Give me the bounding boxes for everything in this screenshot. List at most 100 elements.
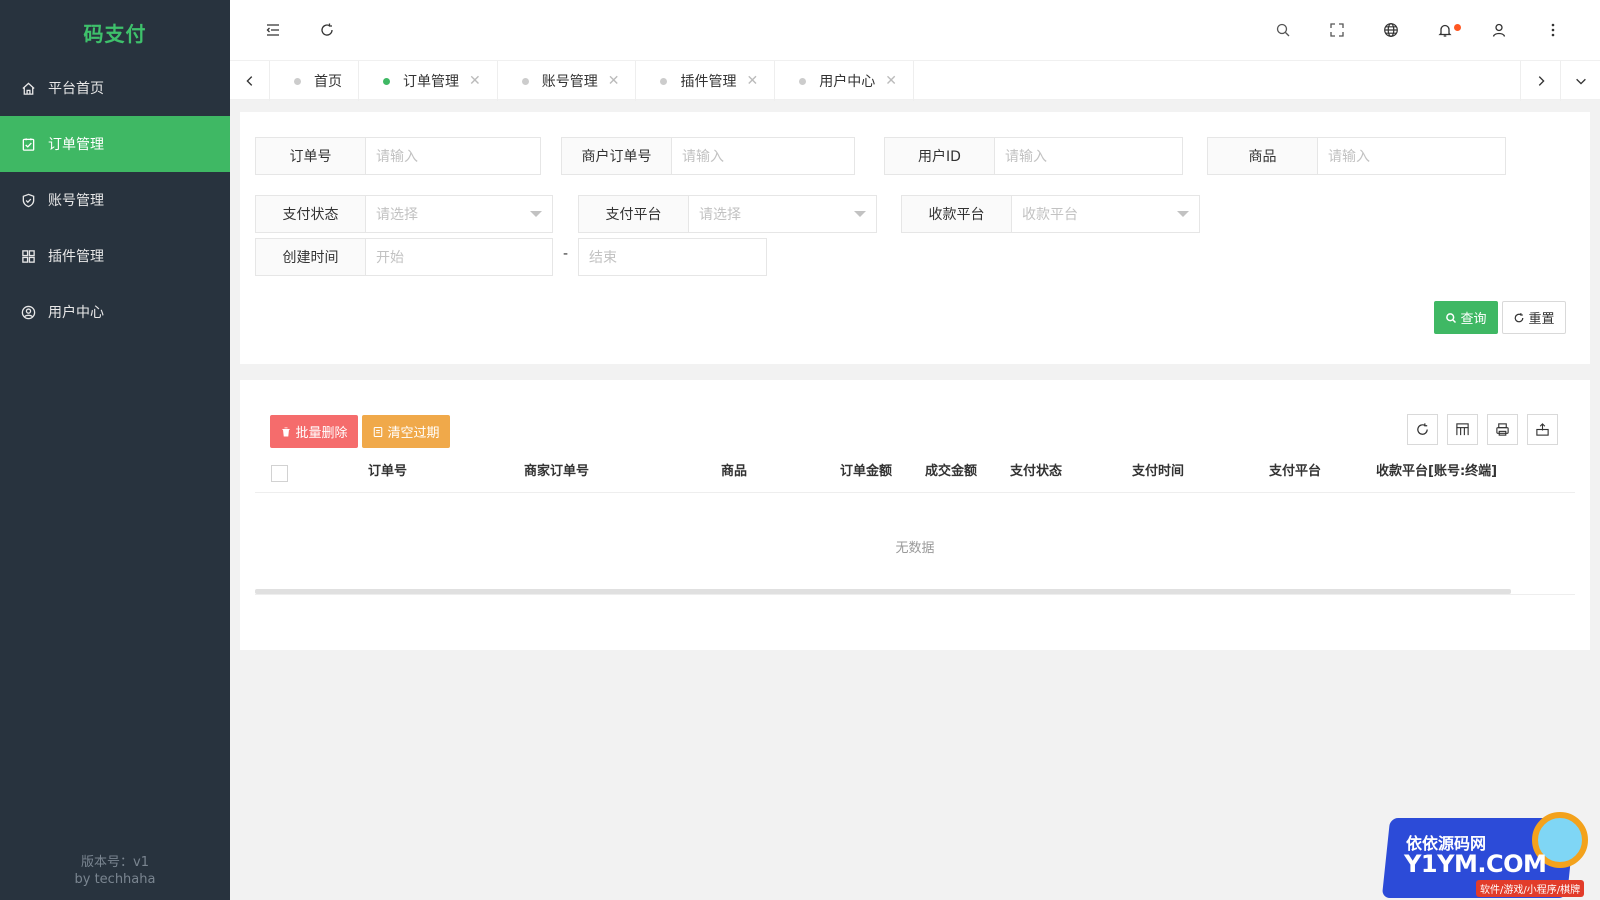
chevron-down-icon bbox=[530, 211, 542, 217]
refresh-icon[interactable] bbox=[315, 18, 339, 42]
pay-status-field: 支付状态 请选择 bbox=[255, 195, 553, 233]
sidebar-item-orders[interactable]: 订单管理 bbox=[0, 116, 230, 172]
column-header[interactable]: 商品 bbox=[721, 459, 747, 493]
tab-dot bbox=[383, 77, 390, 85]
pay-status-select[interactable]: 请选择 bbox=[366, 196, 552, 232]
close-icon[interactable]: ✕ bbox=[885, 73, 897, 89]
user-icon[interactable] bbox=[1487, 18, 1511, 42]
sidebar-item-plugins[interactable]: 插件管理 bbox=[0, 228, 230, 284]
globe-icon[interactable] bbox=[1379, 18, 1403, 42]
shield-check-icon bbox=[20, 192, 36, 208]
chevron-down-icon bbox=[1177, 211, 1189, 217]
column-header[interactable]: 订单号 bbox=[368, 459, 407, 493]
bell-icon[interactable] bbox=[1433, 18, 1461, 42]
tab-list: 首页 订单管理 ✕ 账号管理 ✕ 插件管理 ✕ 用户中心 ✕ bbox=[270, 61, 914, 101]
sidebar-item-user-center[interactable]: 用户中心 bbox=[0, 284, 230, 340]
created-time-field: 创建时间 开始 bbox=[255, 238, 553, 276]
batch-delete-label: 批量删除 bbox=[295, 426, 348, 441]
field-label: 商户订单号 bbox=[562, 138, 672, 174]
close-icon[interactable]: ✕ bbox=[746, 73, 758, 89]
column-header[interactable]: 收款平台[账号:终端] bbox=[1376, 459, 1497, 493]
tab-label: 用户中心 bbox=[819, 74, 876, 90]
field-label: 支付平台 bbox=[579, 196, 689, 232]
select-placeholder: 请选择 bbox=[699, 207, 741, 223]
sidebar-item-label: 插件管理 bbox=[48, 249, 104, 265]
date-separator: - bbox=[563, 246, 569, 262]
receive-platform-select[interactable]: 收款平台 bbox=[1012, 196, 1199, 232]
scrollbar-track bbox=[255, 594, 1575, 595]
tab-accounts[interactable]: 账号管理 ✕ bbox=[498, 61, 637, 101]
sidebar: 码支付 平台首页 订单管理 账号管理 插件管理 用户中心 版本号：v1 by t… bbox=[0, 0, 230, 900]
reset-button[interactable]: 重置 bbox=[1502, 301, 1566, 334]
field-label: 支付状态 bbox=[256, 196, 366, 232]
user-id-input[interactable]: 请输入 bbox=[995, 138, 1182, 174]
table-refresh-icon[interactable] bbox=[1407, 414, 1438, 445]
close-icon[interactable]: ✕ bbox=[469, 73, 481, 89]
tab-label: 订单管理 bbox=[403, 74, 459, 90]
file-icon bbox=[374, 426, 383, 437]
field-label: 创建时间 bbox=[256, 239, 366, 275]
select-placeholder: 请选择 bbox=[376, 207, 418, 223]
pay-platform-select[interactable]: 请选择 bbox=[689, 196, 876, 232]
column-header[interactable]: 支付状态 bbox=[1010, 459, 1062, 493]
field-label: 收款平台 bbox=[902, 196, 1012, 232]
sidebar-item-accounts[interactable]: 账号管理 bbox=[0, 172, 230, 228]
fullscreen-icon[interactable] bbox=[1325, 18, 1349, 42]
watermark-domain: Y1YM.COM bbox=[1404, 850, 1547, 878]
trash-icon bbox=[282, 427, 291, 436]
field-label: 用户ID bbox=[885, 138, 995, 174]
query-button[interactable]: 查询 bbox=[1434, 301, 1498, 334]
sidebar-item-home[interactable]: 平台首页 bbox=[0, 60, 230, 116]
app-logo: 码支付 bbox=[83, 22, 147, 46]
tab-dot bbox=[521, 77, 529, 85]
tab-label: 首页 bbox=[314, 74, 342, 90]
watermark-logo: 依依源码网 Y1YM.COM 软件/游戏/小程序/棋牌 bbox=[1380, 810, 1600, 900]
watermark-tagline: 软件/游戏/小程序/棋牌 bbox=[1476, 880, 1585, 897]
home-icon bbox=[20, 80, 36, 96]
version-info: 版本号：v1 by techhaha bbox=[0, 854, 230, 888]
search-icon[interactable] bbox=[1271, 18, 1295, 42]
order-no-input[interactable]: 请输入 bbox=[366, 138, 540, 174]
end-date-input[interactable]: 结束 bbox=[579, 239, 766, 275]
tab-plugins[interactable]: 插件管理 ✕ bbox=[636, 61, 776, 101]
select-placeholder: 收款平台 bbox=[1022, 207, 1078, 223]
close-icon[interactable]: ✕ bbox=[608, 73, 620, 89]
column-header[interactable]: 商家订单号 bbox=[524, 459, 589, 493]
select-all-checkbox[interactable] bbox=[271, 465, 288, 482]
end-date-field: 结束 bbox=[578, 238, 767, 276]
query-button-label: 查询 bbox=[1460, 312, 1487, 327]
start-date-input[interactable]: 开始 bbox=[366, 239, 552, 275]
tab-dropdown-icon[interactable] bbox=[1560, 61, 1600, 101]
sidebar-item-label: 订单管理 bbox=[48, 137, 104, 153]
horizontal-scrollbar[interactable] bbox=[255, 589, 1511, 594]
tab-scroll-right-icon[interactable] bbox=[1520, 61, 1560, 101]
tab-label: 账号管理 bbox=[541, 74, 598, 90]
reset-button-label: 重置 bbox=[1528, 312, 1555, 327]
field-label: 订单号 bbox=[256, 138, 366, 174]
merchant-order-no-field: 商户订单号 请输入 bbox=[561, 137, 855, 175]
column-header[interactable]: 成交金额 bbox=[925, 459, 977, 493]
column-header[interactable]: 支付时间 bbox=[1132, 459, 1184, 493]
merchant-order-no-input[interactable]: 请输入 bbox=[672, 138, 854, 174]
export-icon[interactable] bbox=[1527, 414, 1558, 445]
tab-user-center[interactable]: 用户中心 ✕ bbox=[775, 61, 914, 101]
tab-orders[interactable]: 订单管理 ✕ bbox=[359, 61, 498, 101]
chevron-down-icon bbox=[854, 211, 866, 217]
pay-platform-field: 支付平台 请选择 bbox=[578, 195, 877, 233]
tab-scroll-left-icon[interactable] bbox=[230, 61, 270, 101]
clear-expired-button[interactable]: 清空过期 bbox=[362, 415, 450, 448]
goods-input[interactable]: 请输入 bbox=[1318, 138, 1505, 174]
clipboard-check-icon bbox=[20, 136, 36, 152]
column-header[interactable]: 订单金额 bbox=[840, 459, 892, 493]
columns-icon[interactable] bbox=[1447, 414, 1478, 445]
sidebar-item-label: 账号管理 bbox=[48, 193, 104, 209]
clear-expired-label: 清空过期 bbox=[387, 426, 440, 441]
column-header[interactable]: 支付平台 bbox=[1269, 459, 1321, 493]
tab-home[interactable]: 首页 bbox=[270, 61, 359, 101]
print-icon[interactable] bbox=[1487, 414, 1518, 445]
more-vertical-icon[interactable] bbox=[1541, 18, 1565, 42]
search-form: 订单号 请输入 商户订单号 请输入 用户ID 请输入 商品 请输入 支付状态 请… bbox=[240, 112, 1590, 364]
version-author: by techhaha bbox=[74, 872, 156, 887]
menu-fold-icon[interactable] bbox=[261, 18, 285, 42]
batch-delete-button[interactable]: 批量删除 bbox=[270, 415, 358, 448]
